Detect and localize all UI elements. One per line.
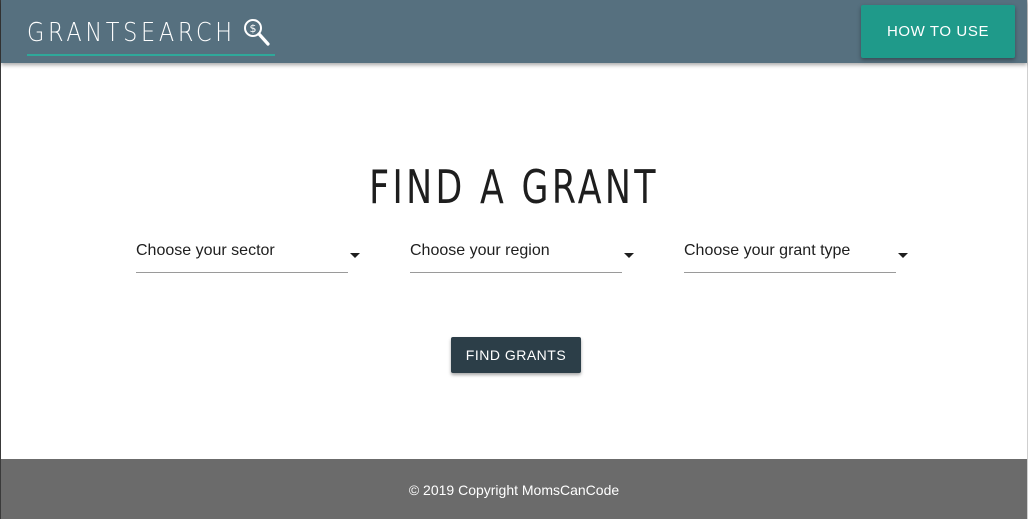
sector-select-underline	[136, 272, 348, 273]
sector-select-label: Choose your sector	[136, 242, 275, 259]
region-select-underline	[410, 272, 622, 273]
grant-type-select-underline	[684, 272, 896, 273]
sector-select[interactable]: Choose your sector	[136, 232, 366, 274]
footer: © 2019 Copyright MomsCanCode	[1, 459, 1027, 519]
caret-down-icon	[898, 253, 908, 258]
page-title: FIND A GRANT	[369, 159, 659, 214]
grant-type-select-label: Choose your grant type	[684, 242, 851, 259]
logo-text: GRANTSEARCH	[27, 18, 236, 48]
top-navbar: GRANTSEARCH $ HOW TO USE	[1, 0, 1027, 63]
caret-down-icon	[624, 253, 634, 258]
svg-text:$: $	[249, 22, 256, 35]
region-select-label: Choose your region	[410, 242, 550, 259]
logo[interactable]: GRANTSEARCH $	[27, 16, 275, 56]
grant-type-select[interactable]: Choose your grant type	[684, 232, 914, 274]
caret-down-icon	[350, 253, 360, 258]
how-to-use-button[interactable]: HOW TO USE	[861, 5, 1015, 58]
magnifier-dollar-icon: $	[243, 19, 270, 46]
find-grants-button[interactable]: FIND GRANTS	[451, 337, 581, 373]
copyright-text: © 2019 Copyright MomsCanCode	[408, 482, 620, 498]
region-select[interactable]: Choose your region	[410, 232, 640, 274]
page: GRANTSEARCH $ HOW TO USE FIND A GRANT Ch…	[0, 0, 1028, 519]
